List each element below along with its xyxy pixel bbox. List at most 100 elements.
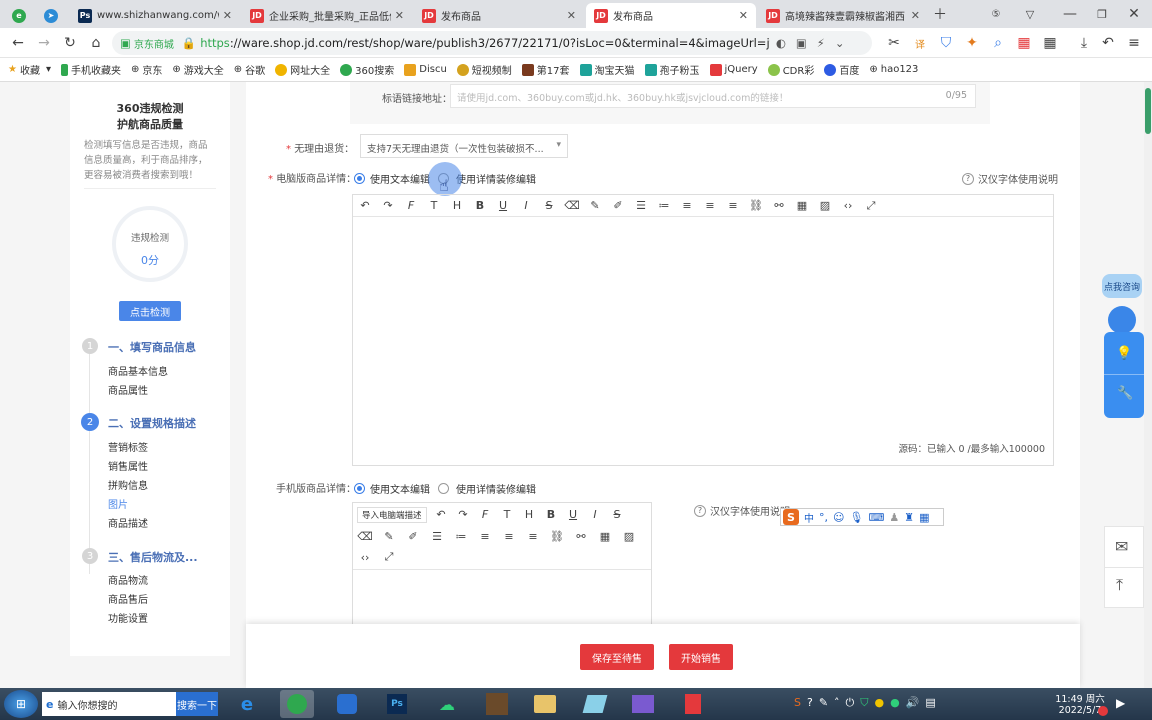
save-button[interactable]: 保存至待售 [580,644,654,670]
step-title[interactable]: 一、填写商品信息 [108,339,196,355]
mobile-radio-text[interactable]: 使用文本编辑 [354,481,430,496]
grid-ext-icon[interactable]: ▦ [1014,33,1034,53]
game-icon[interactable] [480,690,514,718]
ie-icon[interactable]: e [230,690,264,718]
font-family-icon[interactable]: F [477,506,493,522]
wrench-icon[interactable]: 🔧 [1117,386,1133,401]
tab-lajiang[interactable]: JD 高境辣酱辣壹霸辣椒酱湘西 ✕ [758,3,928,28]
italic-icon[interactable]: I [518,198,534,214]
usb-icon[interactable]: ⏻ [846,696,855,710]
font-size-icon[interactable]: T [499,506,515,522]
underline-icon[interactable]: U [565,506,581,522]
mic-icon[interactable]: 🎙 [849,511,863,524]
punctuation-icon[interactable]: °, [819,511,828,524]
minimize-icon[interactable]: — [1060,4,1080,24]
scrollbar-track[interactable] [1144,82,1152,688]
close-icon[interactable]: ✕ [567,9,576,22]
bookmark-item[interactable]: 手机收藏夹 [61,62,121,77]
back-to-top-icon[interactable]: ⤒ [1116,575,1123,595]
scissors-icon[interactable]: ✂ [884,33,904,53]
help-icon[interactable]: ? [807,696,813,710]
shield-ext-icon[interactable]: ⛉ [936,33,956,53]
step-item[interactable]: 商品售后 [108,591,148,606]
scrollbar-thumb[interactable] [1145,88,1151,134]
fullscreen-icon[interactable]: ⤢ [381,549,397,565]
pen-icon[interactable]: ✎ [819,696,828,710]
bookmark-item[interactable]: 360搜索 [340,62,394,77]
robot-icon[interactable] [1108,306,1136,334]
step-title[interactable]: 二、设置规格描述 [108,415,196,431]
bookmark-item[interactable]: 淘宝天猫 [579,62,635,77]
bookmark-item[interactable]: 孢子粉玉 [644,62,700,77]
brush-icon[interactable]: ✐ [405,528,421,544]
ime-toolbar[interactable]: S 中 °, ☺ 🎙 ⌨ ♟ ♜ ▦ [780,508,944,526]
heading-icon[interactable]: H [449,198,465,214]
fox-icon[interactable]: ✦ [962,33,982,53]
apps-icon[interactable]: ▦ [1040,33,1060,53]
step-item[interactable]: 商品描述 [108,515,148,530]
bookmark-item[interactable]: 第17套 [521,62,570,77]
bookmark-item[interactable]: ⊕ 谷歌 [234,62,265,77]
import-button[interactable]: 导入电脑端描述 [357,507,427,523]
step-item[interactable]: 商品属性 [108,382,148,397]
tab-publish-1[interactable]: JD 发布商品 ✕ [414,3,584,28]
undo-icon[interactable]: ↶ [357,198,373,214]
step-title[interactable]: 三、售后物流及... [108,549,198,565]
step-item-active[interactable]: 图片 [108,496,128,511]
bookmark-item[interactable]: 网址大全 [275,62,330,77]
check-button[interactable]: 点击检测 [119,301,181,321]
notepad-icon[interactable] [578,690,612,718]
photoshop-icon[interactable]: Ps [380,690,414,718]
step-item[interactable]: 功能设置 [108,610,148,625]
eraser-icon[interactable]: ⌫ [357,528,373,544]
step-item[interactable]: 营销标签 [108,439,148,454]
numbered-list-icon[interactable]: ≔ [453,528,469,544]
eraser-icon[interactable]: ⌫ [564,198,580,214]
tab-count-icon[interactable]: ⑤ [986,4,1006,24]
reload-icon[interactable]: ↻ [60,33,80,53]
numbered-list-icon[interactable]: ≔ [656,198,672,214]
redo-icon[interactable]: ↷ [380,198,396,214]
skin-icon[interactable]: ♜ [904,511,914,524]
bullet-list-icon[interactable]: ☰ [633,198,649,214]
lightbulb-icon[interactable]: 💡 [1116,346,1132,361]
sell-button[interactable]: 开始销售 [669,644,733,670]
chevron-up-icon[interactable]: ˄ [834,696,840,710]
tab-publish-active[interactable]: JD 发布商品 ✕ [586,3,756,28]
align-center-icon[interactable]: ≡ [702,198,718,214]
search-button[interactable]: 搜索一下 [176,692,218,716]
cloud-icon[interactable]: ☁ [430,690,464,718]
close-window-icon[interactable]: ✕ [1124,4,1144,24]
title-link-input[interactable]: 请使用jd.com、360buy.com或jd.hk、360buy.hk或jsv… [450,84,976,108]
table-icon[interactable]: ▦ [794,198,810,214]
search-ext-icon[interactable]: ⌕ [988,33,1008,53]
heading-icon[interactable]: H [521,506,537,522]
close-icon[interactable]: ✕ [911,9,920,22]
bookmark-item[interactable]: ⊕ 游戏大全 [172,62,223,77]
ime-lang[interactable]: 中 [804,510,814,525]
bookmark-item[interactable]: 短视频制 [456,62,512,77]
bookmark-item[interactable]: ★ 收藏 ▾ [8,62,51,77]
360-icon[interactable]: ● [875,696,885,710]
tab-shizhanwang[interactable]: Ps www.shizhanwang.com/w ✕ [70,3,240,28]
strikethrough-icon[interactable]: S [609,506,625,522]
undo-icon[interactable]: ↶ [433,506,449,522]
bold-icon[interactable]: B [472,198,488,214]
emoji-icon[interactable]: ☺ [833,511,844,524]
step-item[interactable]: 拼购信息 [108,477,148,492]
fullscreen-icon[interactable]: ⤢ [863,198,879,214]
return-select[interactable]: 支持7天无理由退货（一次性包装破损不... ▾ [360,134,568,158]
radio-checked[interactable] [354,483,365,494]
bold-icon[interactable]: B [543,506,559,522]
italic-icon[interactable]: I [587,506,603,522]
font-help-link[interactable]: ? 汉仪字体使用说明 [962,171,1058,186]
close-icon[interactable]: ✕ [223,9,232,22]
code-icon[interactable]: ‹› [840,198,856,214]
bookmark-item[interactable]: Discu [404,63,447,76]
align-left-icon[interactable]: ≡ [477,528,493,544]
image-icon[interactable]: ▨ [621,528,637,544]
mail-icon[interactable]: ✉ [1115,537,1128,556]
back-icon[interactable]: ← [8,33,28,53]
pen-icon[interactable]: ✎ [381,528,397,544]
restore-icon[interactable]: ❐ [1092,4,1112,24]
